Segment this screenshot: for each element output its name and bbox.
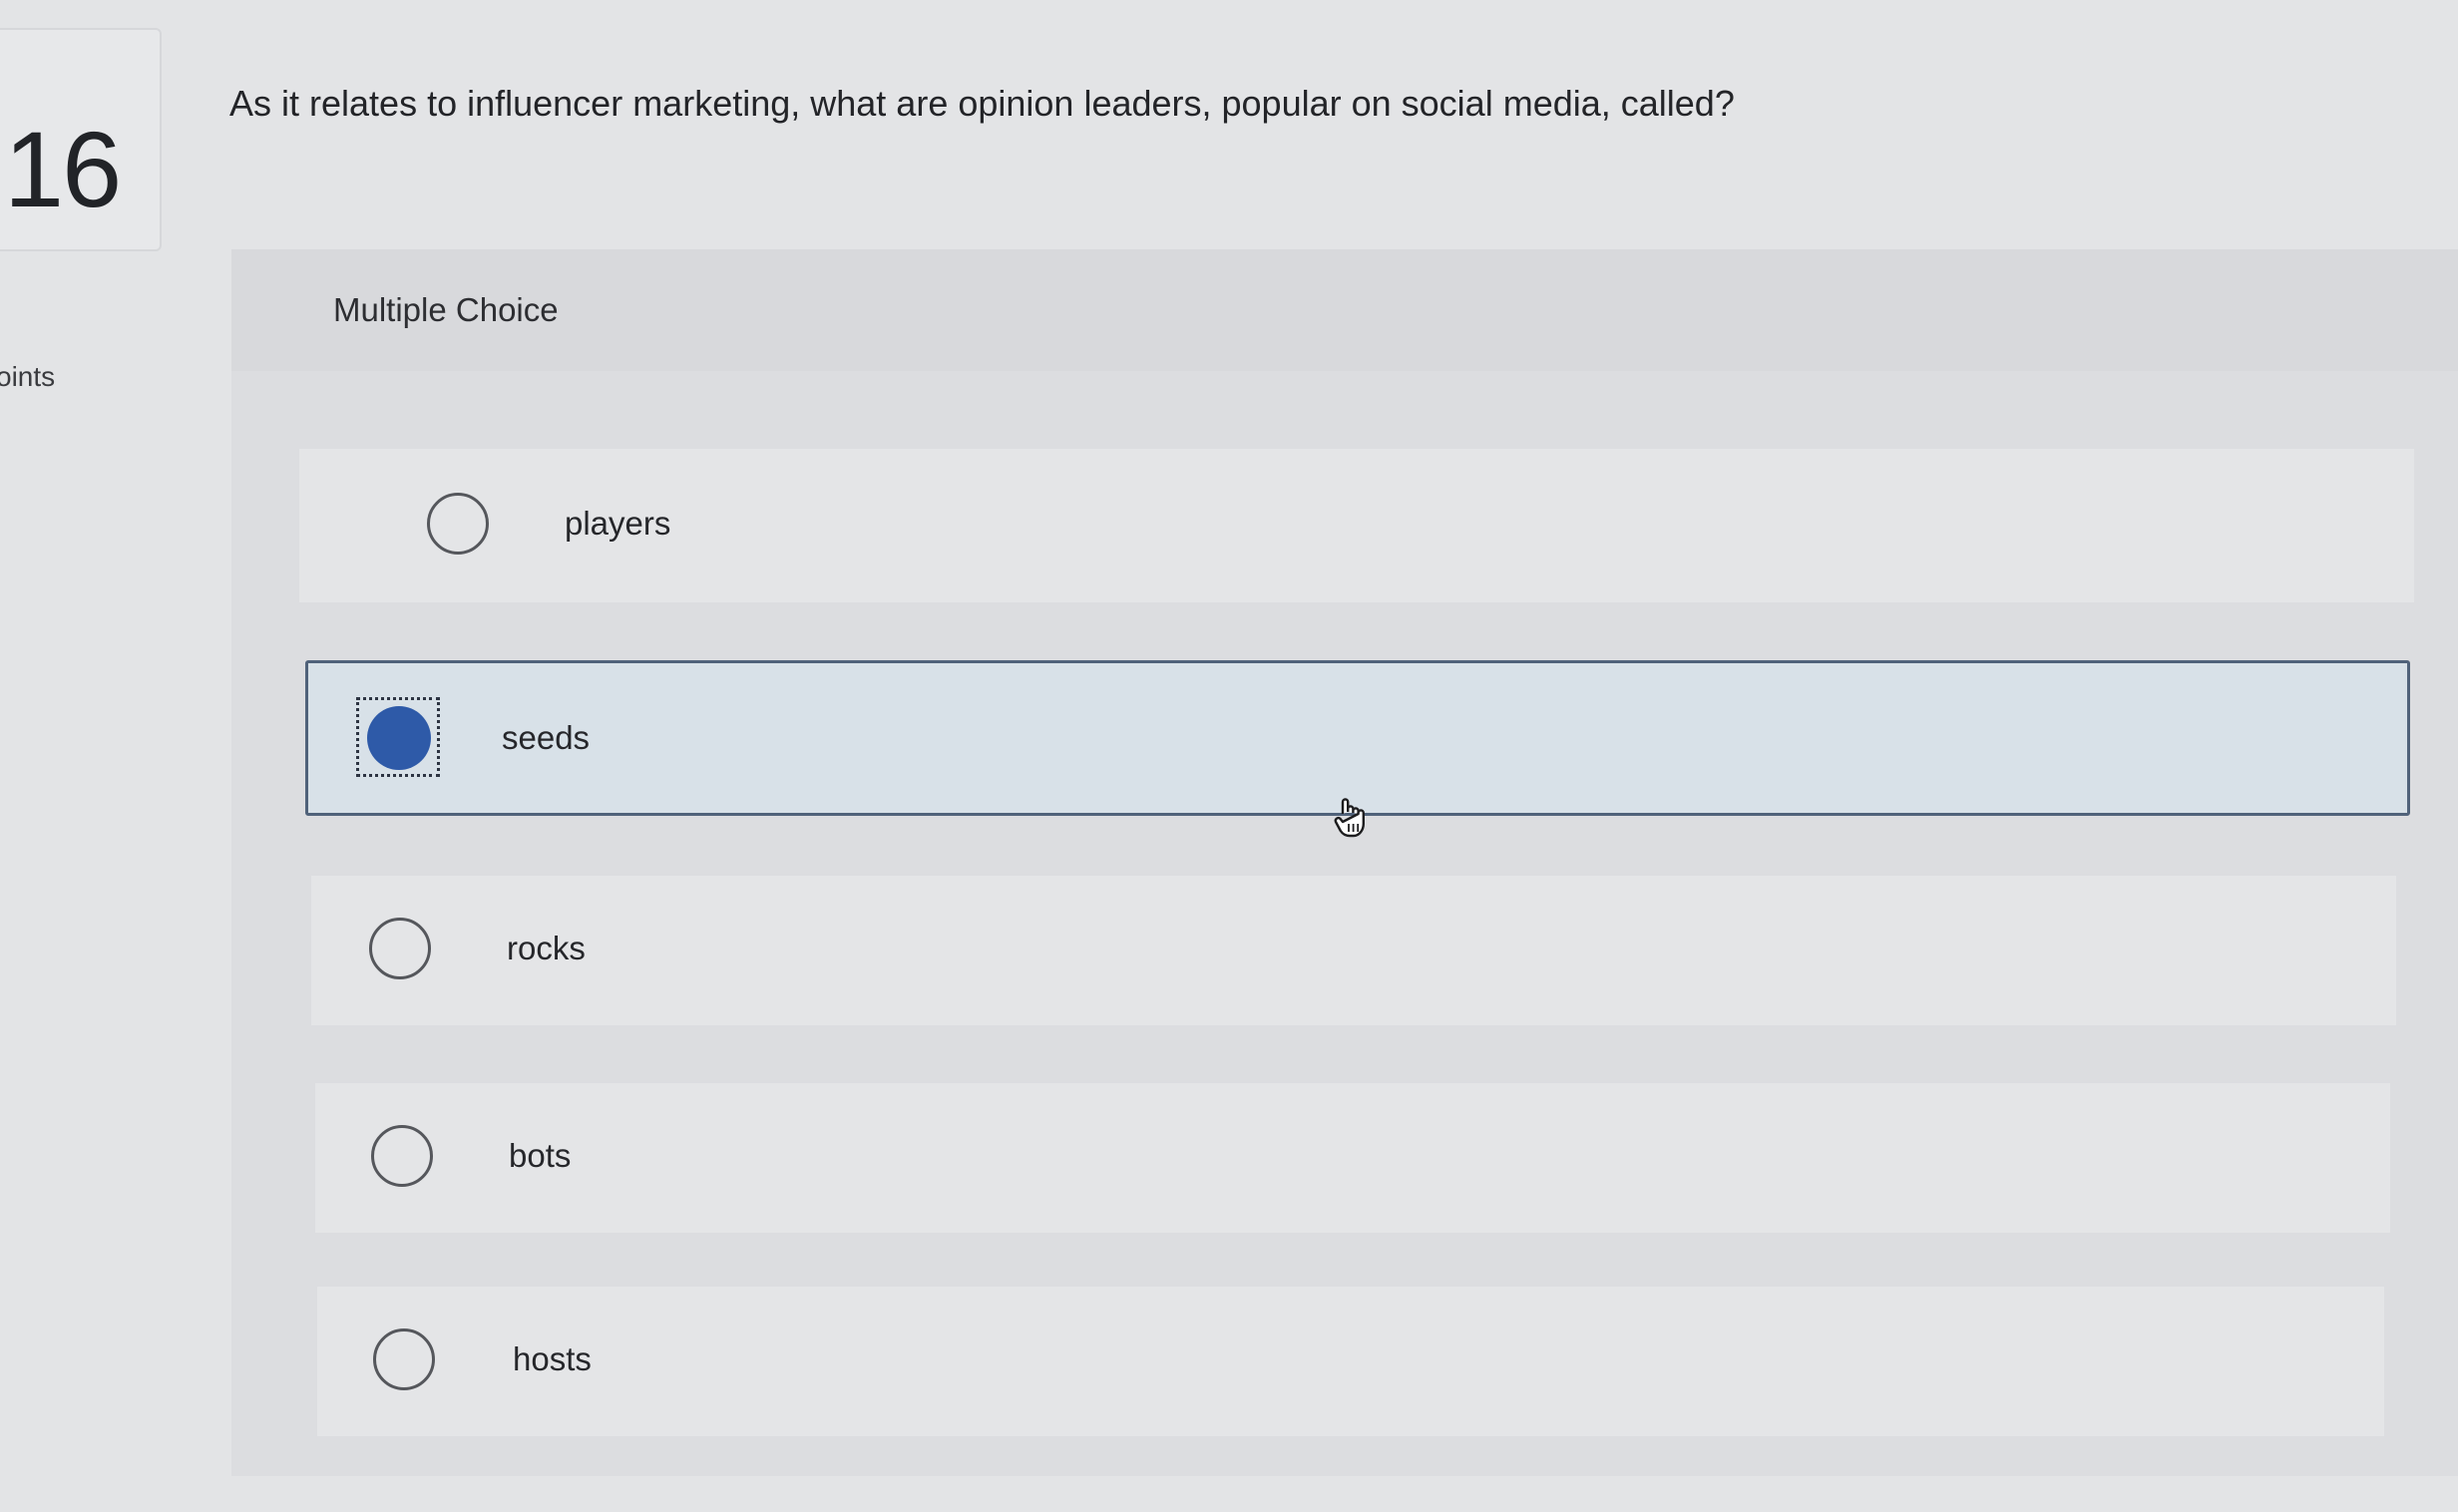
question-number: 16 [4,109,122,229]
radio-button[interactable] [371,1125,433,1187]
radio-focus-outline [356,697,440,777]
question-number-box: 16 [0,28,162,251]
question-text: As it relates to influencer marketing, w… [229,83,1735,124]
radio-button-selected[interactable] [367,706,431,770]
multiple-choice-panel: Multiple Choice players seeds rocks bots… [231,249,2458,1476]
option-rocks[interactable]: rocks [311,876,2396,1025]
hand-pointer-icon [1334,798,1365,838]
option-hosts[interactable]: hosts [317,1287,2384,1436]
radio-button[interactable] [427,493,489,555]
panel-title: Multiple Choice [333,291,559,328]
panel-header: Multiple Choice [231,249,2458,371]
option-label: seeds [502,719,591,756]
points-label: oints [0,361,56,392]
option-label: players [565,505,671,542]
option-players[interactable]: players [299,449,2414,602]
option-label: bots [509,1137,572,1174]
option-seeds[interactable]: seeds [305,660,2410,816]
option-label: rocks [507,930,586,966]
option-label: hosts [513,1340,592,1377]
option-bots[interactable]: bots [315,1083,2390,1233]
radio-button[interactable] [373,1328,435,1390]
radio-button[interactable] [369,918,431,979]
